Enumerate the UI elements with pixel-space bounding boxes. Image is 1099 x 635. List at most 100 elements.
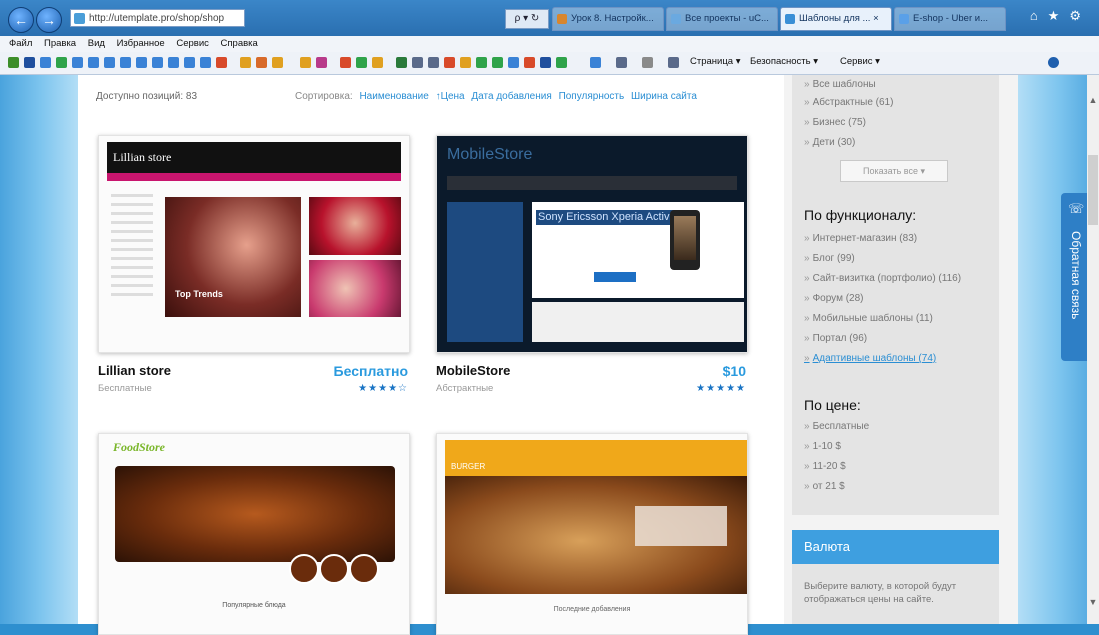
favorite-icon[interactable] [396,57,407,68]
category-link[interactable]: » Дети (30) [804,137,855,148]
favorite-icon[interactable] [524,57,535,68]
favorite-icon[interactable] [272,57,283,68]
favorite-icon[interactable] [492,57,503,68]
favorite-icon[interactable] [476,57,487,68]
sort-by-date[interactable]: Дата добавления [471,91,551,102]
sort-by-width[interactable]: Ширина сайта [631,91,697,102]
price-link[interactable]: » 1-10 $ [804,441,841,452]
favorite-icon[interactable] [428,57,439,68]
home-icon[interactable] [590,57,601,68]
tab-4[interactable]: E-shop - Uber и... [894,7,1006,31]
favorite-icon[interactable] [540,57,551,68]
tab-3-active[interactable]: Шаблоны для ... × [780,7,892,31]
favorite-icon[interactable] [444,57,455,68]
address-bar[interactable]: http://utemplate.pro/shop/shop [70,9,245,27]
scroll-down-arrow-icon[interactable]: ▼ [1087,597,1099,611]
favorite-icon[interactable] [356,57,367,68]
filter-link-selected[interactable]: » Адаптивные шаблоны (74) [804,353,936,364]
favorite-icon[interactable] [340,57,351,68]
category-link[interactable]: » Абстрактные (61) [804,97,893,108]
tab-1[interactable]: Урок 8. Настройк... [552,7,664,31]
favorite-icon[interactable] [372,57,383,68]
favorite-icon[interactable] [184,57,195,68]
favorite-icon[interactable] [240,57,251,68]
sort-by-price[interactable]: ↑Цена [436,91,465,102]
product-name[interactable]: Lillian store [98,363,171,378]
tab-label: Шаблоны для ... × [799,13,879,24]
safety-menu[interactable]: Безопасность ▾ [750,56,818,67]
favorite-icon[interactable] [104,57,115,68]
price-link[interactable]: » 11-20 $ [804,461,846,472]
back-button[interactable]: ← [8,7,34,33]
filter-link[interactable]: » Портал (96) [804,333,867,344]
help-icon[interactable] [1048,57,1059,68]
category-link[interactable]: » Бизнес (75) [804,117,866,128]
menu-help[interactable]: Справка [221,38,258,49]
tab-label: Урок 8. Настройк... [571,13,654,24]
print-icon[interactable] [668,57,679,68]
forward-button[interactable]: → [36,7,62,33]
filter-link[interactable]: » Интернет-магазин (83) [804,233,917,244]
filter-link[interactable]: » Мобильные шаблоны (11) [804,313,933,324]
filter-link[interactable]: » Сайт-визитка (портфолио) (116) [804,273,961,284]
sort-by-popularity[interactable]: Популярность [559,91,625,102]
product-name[interactable]: MobileStore [436,363,510,378]
favorite-icon[interactable] [556,57,567,68]
favorite-icon[interactable] [8,57,19,68]
favorite-icon[interactable] [316,57,327,68]
favorite-icon[interactable] [40,57,51,68]
chat-icon: ☏ [1068,201,1085,216]
mail-icon[interactable] [642,57,653,68]
favorite-icon[interactable] [24,57,35,68]
menu-edit[interactable]: Правка [44,38,76,49]
product-category[interactable]: Бесплатные [98,383,152,394]
filter-link[interactable]: » Форум (28) [804,293,864,304]
link-text: Блог (99) [812,253,855,264]
price-link[interactable]: » от 21 $ [804,481,845,492]
menu-file[interactable]: Файл [9,38,32,49]
favorite-icon[interactable] [460,57,471,68]
preview-logo: FoodStore [113,440,166,454]
favorite-icon[interactable] [412,57,423,68]
favorite-icon[interactable] [72,57,83,68]
sort-bar: Сортировка: Наименование ↑Цена Дата доба… [295,91,697,102]
filter-link[interactable]: » Блог (99) [804,253,855,264]
link-text: Все шаблоны [812,79,876,90]
sort-by-name[interactable]: Наименование [359,91,428,102]
favorite-icon[interactable] [256,57,267,68]
favorite-icon[interactable] [56,57,67,68]
product-thumbnail[interactable]: Lillian store Top Trends [98,135,410,353]
menu-view[interactable]: Вид [88,38,105,49]
favorite-icon[interactable] [216,57,227,68]
favorite-icon[interactable] [88,57,99,68]
product-thumbnail[interactable]: MobileStore Sony Ericsson Xperia Active [436,135,748,353]
favorite-icon[interactable] [300,57,311,68]
favorite-icon[interactable] [200,57,211,68]
category-link[interactable]: » Все шаблоны [804,79,876,90]
favorite-icon[interactable] [120,57,131,68]
currency-box: Валюта Выберите валюту, в которой будут … [792,530,999,624]
product-thumbnail[interactable]: BURGER Последние добавления [436,433,748,635]
feeds-icon[interactable] [616,57,627,68]
preview-main-image: Top Trends [165,197,301,317]
product-thumbnail[interactable]: FoodStore Популярные блюда [98,433,410,635]
favorite-icon[interactable] [168,57,179,68]
preview-logo: MobileStore [447,146,533,163]
browser-controls[interactable]: ⌂★⚙ [1030,8,1091,24]
favorite-icon[interactable] [136,57,147,68]
scroll-thumb[interactable] [1088,155,1098,225]
tools-menu[interactable]: Сервис ▾ [840,56,880,67]
show-all-button[interactable]: Показать все ▾ [840,160,948,182]
menu-tools[interactable]: Сервис [176,38,209,49]
favorite-icon[interactable] [152,57,163,68]
page-menu[interactable]: Страница ▾ [690,56,740,67]
product-category[interactable]: Абстрактные [436,383,493,394]
scroll-up-arrow-icon[interactable]: ▲ [1087,95,1099,109]
favorite-icon[interactable] [508,57,519,68]
menu-favorites[interactable]: Избранное [117,38,165,49]
browser-titlebar: ← → http://utemplate.pro/shop/shop ρ ▾ ↻… [0,0,1099,36]
page-scrollbar[interactable]: ▲ ▼ [1087,75,1099,624]
search-refresh-controls[interactable]: ρ ▾ ↻ [505,9,549,29]
price-link[interactable]: » Бесплатные [804,421,869,432]
tab-2[interactable]: Все проекты - uC... [666,7,778,31]
